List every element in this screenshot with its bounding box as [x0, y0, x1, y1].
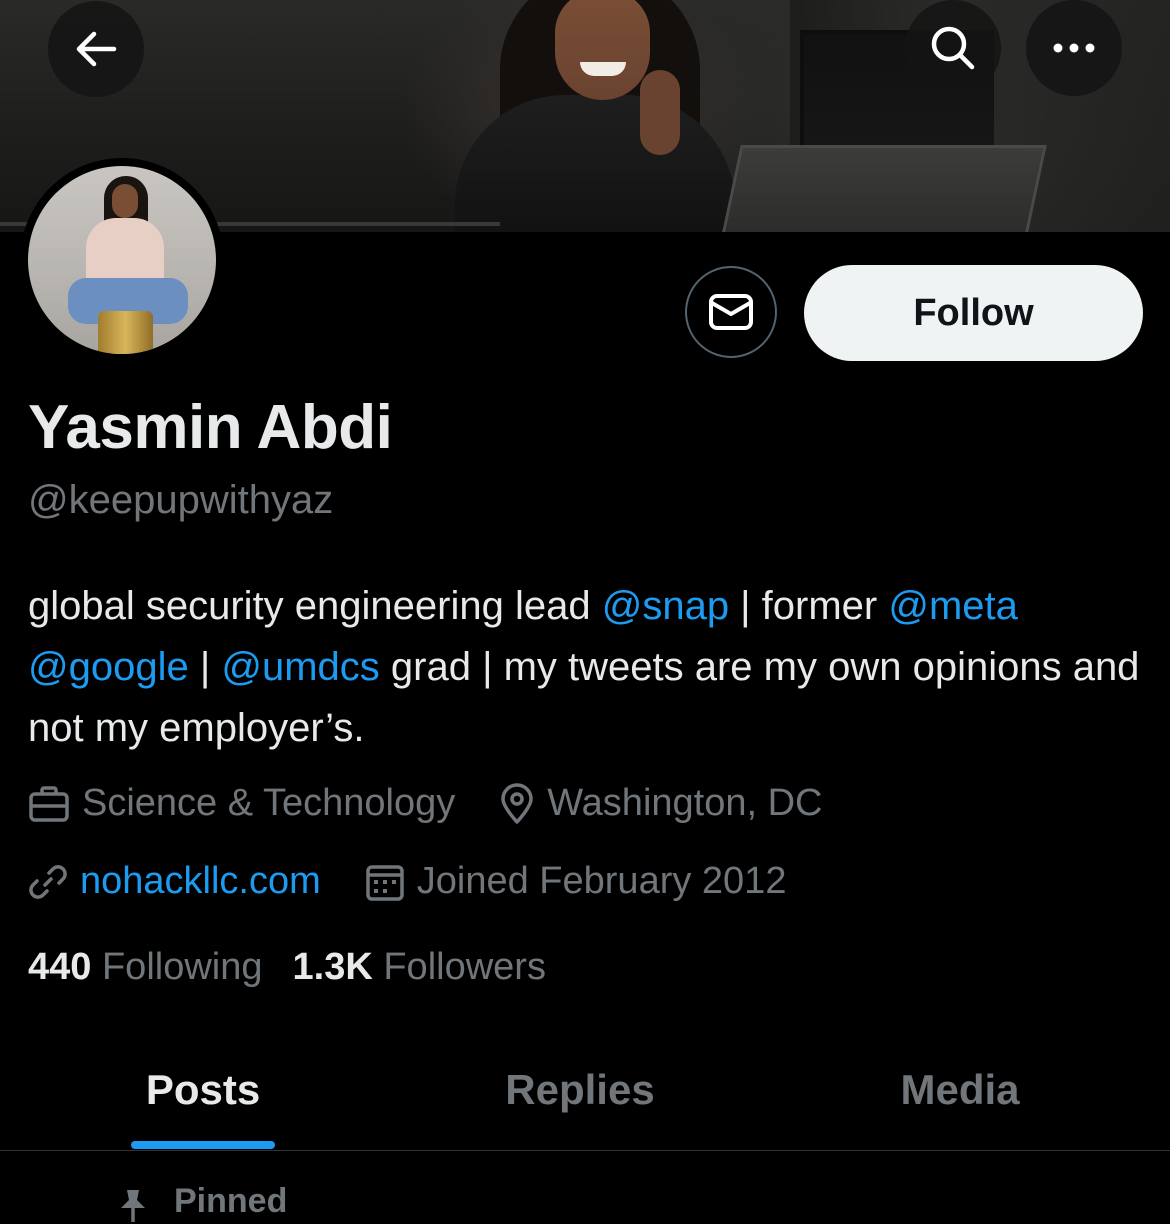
- avatar-photo: [28, 166, 216, 354]
- bio-mention-google[interactable]: @google: [28, 645, 189, 689]
- bio-mention-meta[interactable]: @meta: [888, 584, 1018, 628]
- joined-item: Joined February 2012: [365, 860, 787, 903]
- tab-replies[interactable]: Replies: [395, 1030, 765, 1150]
- back-button[interactable]: [48, 1, 144, 97]
- profile-handle: @keepupwithyaz: [28, 478, 334, 522]
- banner-person-smile: [580, 62, 626, 76]
- avatar-stool: [98, 311, 153, 354]
- banner-laptop: [719, 145, 1047, 232]
- location-item: Washington, DC: [499, 782, 822, 825]
- category-item: Science & Technology: [28, 782, 455, 825]
- calendar-icon: [366, 864, 404, 901]
- avatar-face: [112, 184, 138, 218]
- briefcase-icon: [29, 785, 69, 822]
- banner-person-face: [555, 0, 650, 100]
- search-icon: [931, 26, 975, 70]
- profile-tabs: Posts Replies Media: [0, 1030, 1170, 1151]
- tab-posts[interactable]: Posts: [28, 1030, 378, 1150]
- more-options-button[interactable]: [1026, 0, 1122, 96]
- bio-text: global security engineering lead: [28, 584, 602, 628]
- profile-meta-row: nohackllc.com Joined February 2012: [28, 860, 830, 903]
- website-link[interactable]: nohackllc.com: [80, 860, 321, 903]
- follow-button[interactable]: Follow: [804, 265, 1143, 361]
- following-count: 440: [28, 946, 92, 988]
- category-label: Science & Technology: [82, 782, 456, 824]
- link-icon: [29, 864, 67, 899]
- pinned-label: Pinned: [174, 1182, 288, 1220]
- profile-bio: global security engineering lead @snap |…: [28, 576, 1148, 759]
- profile-avatar[interactable]: [20, 158, 224, 362]
- location-label: Washington, DC: [547, 782, 823, 824]
- search-button[interactable]: [905, 0, 1001, 96]
- followers-count-link[interactable]: 1.3K Followers: [293, 946, 546, 989]
- bio-mention-snap[interactable]: @snap: [602, 584, 729, 628]
- bio-text: | former: [729, 584, 889, 628]
- profile-meta-row: Science & Technology Washington, DC: [28, 782, 866, 825]
- active-tab-indicator: [131, 1141, 275, 1149]
- tab-media[interactable]: Media: [780, 1030, 1140, 1150]
- message-button[interactable]: [685, 266, 777, 358]
- joined-label: Joined February 2012: [416, 860, 787, 902]
- banner-person-hand: [640, 70, 680, 155]
- website-item[interactable]: nohackllc.com: [28, 860, 321, 903]
- location-pin-icon: [501, 782, 533, 824]
- pinned-indicator: Pinned: [118, 1182, 287, 1224]
- bio-mention-umdcs[interactable]: @umdcs: [221, 645, 379, 689]
- followers-count: 1.3K: [292, 946, 373, 988]
- followers-label: Followers: [383, 946, 546, 988]
- following-label: Following: [101, 946, 263, 988]
- arrow-left-icon: [76, 31, 117, 67]
- following-count-link[interactable]: 440 Following: [28, 946, 263, 989]
- more-horizontal-icon: [1053, 43, 1095, 53]
- pin-icon: [121, 1190, 145, 1222]
- display-name: Yasmin Abdi: [28, 393, 393, 462]
- bio-text: |: [188, 645, 222, 689]
- envelope-icon: [709, 294, 753, 330]
- follow-counts: 440 Following 1.3K Followers: [28, 946, 576, 989]
